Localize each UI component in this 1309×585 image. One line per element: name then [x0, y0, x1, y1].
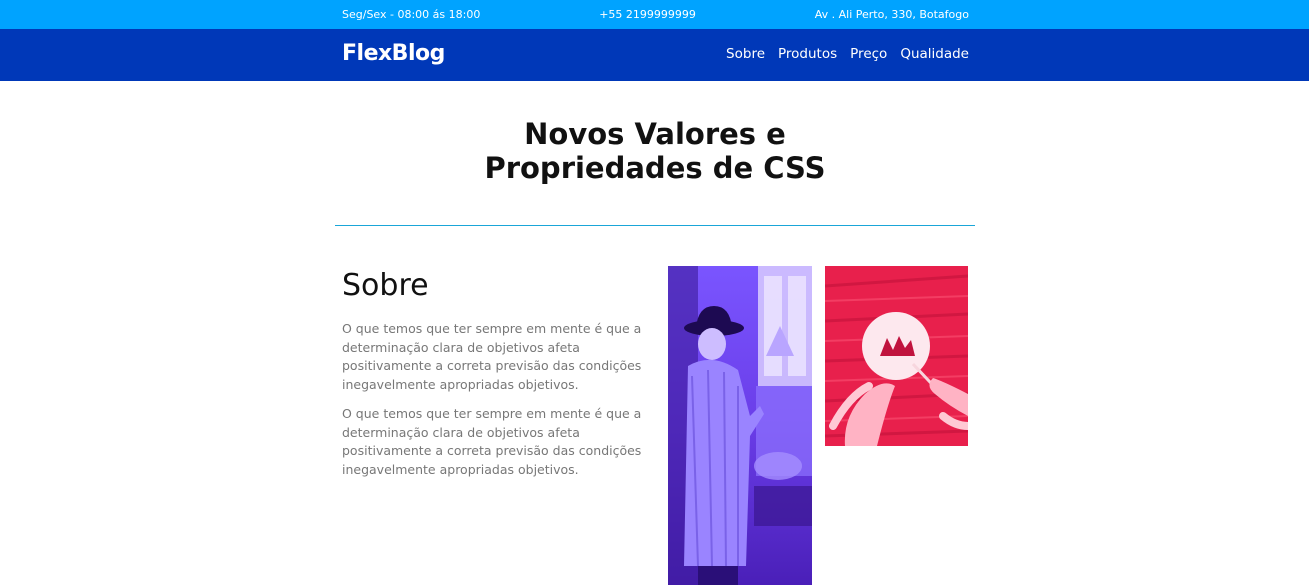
woman-window-photo — [668, 266, 812, 585]
hero-title-line-2: Propriedades de CSS — [484, 151, 826, 185]
nav-menu: Sobre Produtos Preço Qualidade — [726, 46, 969, 62]
top-info-bar: Seg/Sex - 08:00 ás 18:00 +55 2199999999 … — [0, 0, 1309, 29]
hero-divider — [335, 225, 975, 226]
nav-link-qualidade[interactable]: Qualidade — [900, 46, 969, 62]
business-hours: Seg/Sex - 08:00 ás 18:00 — [342, 8, 481, 21]
phone-number: +55 2199999999 — [599, 8, 696, 21]
about-paragraph-2: O que temos que ter sempre em mente é qu… — [342, 406, 642, 477]
main-navbar: FlexBlog Sobre Produtos Preço Qualidade — [0, 29, 1309, 81]
hero-title: Novos Valores e Propriedades de CSS — [335, 117, 975, 185]
hands-lollipop-photo — [825, 266, 968, 446]
about-heading: Sobre — [342, 268, 429, 303]
nav-link-preco[interactable]: Preço — [850, 46, 887, 62]
site-logo[interactable]: FlexBlog — [342, 41, 445, 66]
hero-title-line-1: Novos Valores e — [524, 117, 786, 151]
address: Av . Ali Perto, 330, Botafogo — [814, 8, 969, 21]
nav-link-sobre[interactable]: Sobre — [726, 46, 765, 62]
nav-link-produtos[interactable]: Produtos — [778, 46, 837, 62]
about-section: Sobre O que temos que ter sempre em ment… — [342, 268, 662, 490]
about-paragraph-1: O que temos que ter sempre em mente é qu… — [342, 321, 642, 392]
